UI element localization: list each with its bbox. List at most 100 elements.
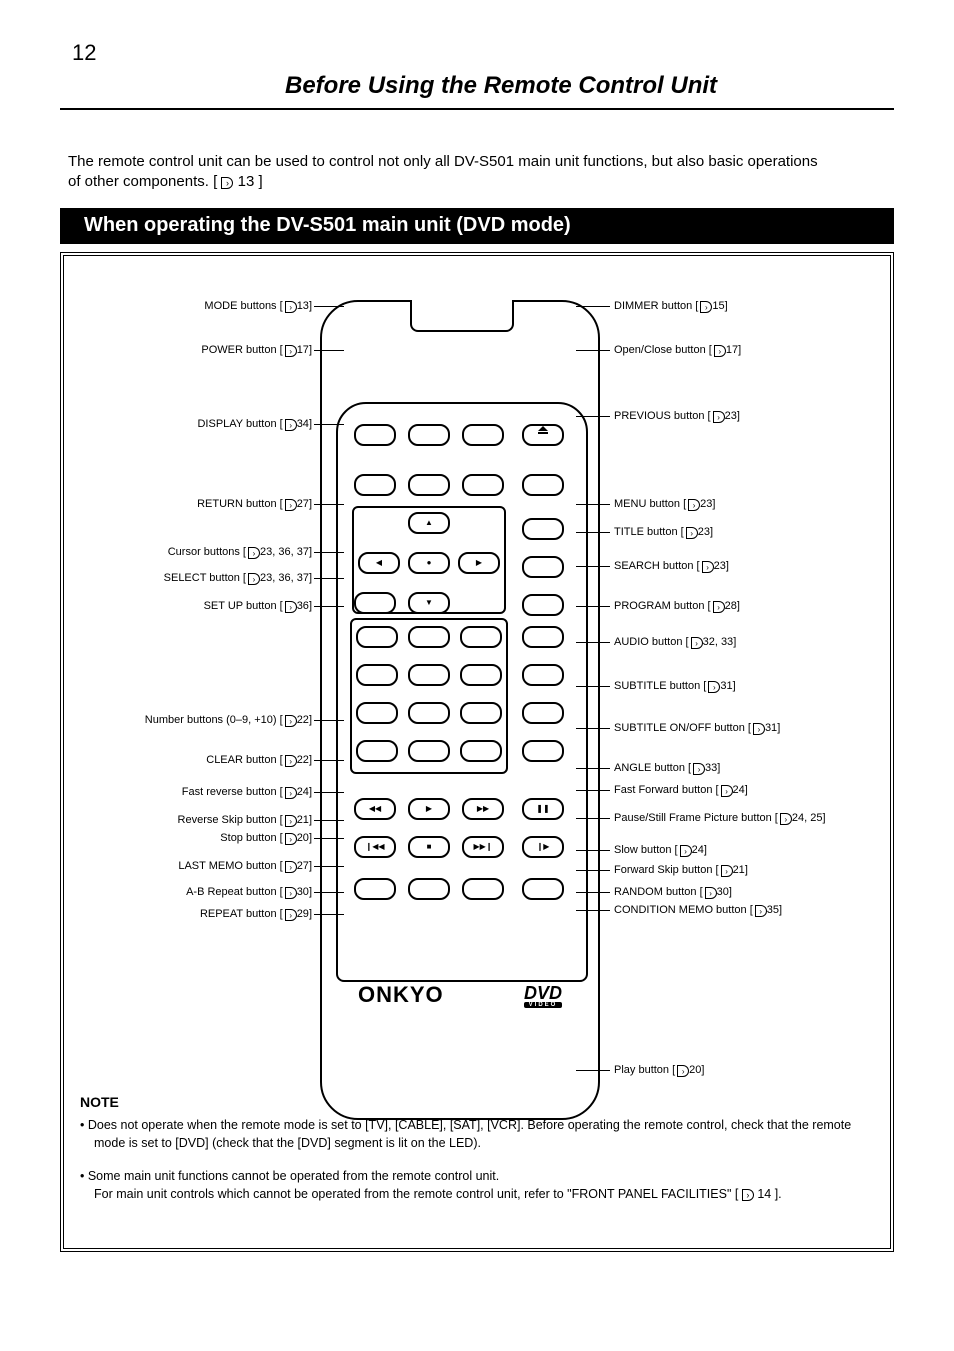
- num-5: [408, 664, 450, 686]
- repeat-btn: [462, 878, 504, 900]
- bottom-btn-4: [522, 878, 564, 900]
- intro-line1: The remote control unit can be used to c…: [68, 153, 818, 170]
- pageref-icon: ›: [285, 419, 297, 431]
- leader-srch: [576, 566, 610, 567]
- label-title: TITLE button [›23]: [614, 526, 713, 539]
- cursor-up: ▲: [408, 512, 450, 534]
- leader-ang: [576, 768, 610, 769]
- intro-line2-suffix: ]: [258, 173, 262, 190]
- clear-btn: [460, 740, 502, 762]
- label-rnd: RANDOM button [›30]: [614, 886, 732, 899]
- pageref-icon: ›: [708, 681, 720, 693]
- eject-icon: [538, 426, 548, 434]
- leader-clear: [314, 760, 344, 761]
- leader-title: [576, 532, 610, 533]
- row2-btn-2: [408, 474, 450, 496]
- label-ffwd: Fast Forward button [›24]: [614, 784, 748, 797]
- label-ff: Fast reverse button [›24]: [182, 786, 312, 799]
- pageref-icon: ›: [285, 301, 297, 313]
- pageref-icon: ›: [285, 815, 297, 827]
- pageref-icon: ›: [755, 905, 767, 917]
- leader-menu: [576, 504, 610, 505]
- menu-btn: [522, 518, 564, 540]
- pageref-icon: ›: [742, 1189, 754, 1201]
- pageref-icon: ›: [691, 637, 703, 649]
- note-bullet-2b: For main unit controls which cannot be o…: [94, 1187, 738, 1201]
- num-plus10: [356, 740, 398, 762]
- num-2: [408, 626, 450, 648]
- label-num: Number buttons (0–9, +10) [›22]: [145, 714, 312, 727]
- leader-disp: [314, 424, 344, 425]
- skip-fwd-btn: ▶▶❙: [462, 836, 504, 858]
- pageref-icon: ›: [248, 547, 260, 559]
- remote-ir-window: [410, 300, 514, 332]
- leader-prev: [576, 416, 610, 417]
- cursor-down: ▼: [408, 592, 450, 614]
- cursor-right: ▶: [458, 552, 500, 574]
- leader-ab: [314, 892, 344, 893]
- num-0: [408, 740, 450, 762]
- intro-text: The remote control unit can be used to c…: [68, 152, 888, 191]
- pageref-icon: ›: [680, 845, 692, 857]
- label-lastm: LAST MEMO button [›27]: [178, 860, 312, 873]
- mode-btn-3: [462, 424, 504, 446]
- label-pause: Pause/Still Frame Picture button [›24, 2…: [614, 812, 826, 825]
- leader-ffwd: [576, 790, 610, 791]
- cursor-select: ●: [408, 552, 450, 574]
- header-rule: [60, 108, 894, 110]
- pageref-icon: ›: [713, 601, 725, 613]
- pageref-icon: ›: [285, 345, 297, 357]
- num-6: [460, 664, 502, 686]
- row2-btn-1: [354, 474, 396, 496]
- leader-num: [314, 720, 344, 721]
- label-cursor: Cursor buttons [›23, 36, 37]: [168, 546, 312, 559]
- leader-lastm: [314, 866, 344, 867]
- label-sub2: SUBTITLE ON/OFF button [›31]: [614, 722, 780, 735]
- subtitle-onoff-btn: [522, 740, 564, 762]
- audio-btn: [522, 664, 564, 686]
- mode-btn-2: [408, 424, 450, 446]
- label-disp: DISPLAY button [›34]: [197, 418, 312, 431]
- intro-line2-prefix: of other components. [: [68, 173, 217, 190]
- pageref-icon: ›: [780, 813, 792, 825]
- leader-stop: [314, 838, 344, 839]
- fast-fwd-btn: ▶▶: [462, 798, 504, 820]
- label-ab: A-B Repeat button [›30]: [186, 886, 312, 899]
- pageref-icon: ›: [221, 177, 233, 189]
- remote-outline: ▲ ◀ ● ▶ ▼ ◀◀ ▶ ▶▶ ❚❚ ❙◀◀ ■ ▶▶❙ ❙▶ ONKYO …: [320, 300, 600, 1120]
- pageref-icon: ›: [285, 601, 297, 613]
- label-cmem: CONDITION MEMO button [›35]: [614, 904, 782, 917]
- setup-btn: [354, 592, 396, 614]
- pageref-icon: ›: [713, 411, 725, 423]
- label-repeat: REPEAT button [›29]: [200, 908, 312, 921]
- pageref-icon: ›: [702, 561, 714, 573]
- label-ang: ANGLE button [›33]: [614, 762, 720, 775]
- pause-btn: ❚❚: [522, 798, 564, 820]
- label-slow: Slow button [›24]: [614, 844, 707, 857]
- label-dim: DIMMER button [›15]: [614, 300, 728, 313]
- title-btn: [522, 556, 564, 578]
- pageref-icon: ›: [700, 301, 712, 313]
- label-setup: SET UP button [›36]: [204, 600, 312, 613]
- slow-btn: ❙▶: [522, 836, 564, 858]
- section-title-bar: When operating the DV-S501 main unit (DV…: [60, 208, 894, 244]
- leader-setup: [314, 606, 344, 607]
- num-3: [460, 626, 502, 648]
- leader-ff: [314, 792, 344, 793]
- num-8: [408, 702, 450, 724]
- leader-aud: [576, 642, 610, 643]
- pageref-icon: ›: [705, 887, 717, 899]
- note-box: NOTE • Does not operate when the remote …: [80, 1092, 868, 1203]
- label-power: POWER button [›17]: [201, 344, 312, 357]
- brand-logo: ONKYO: [358, 982, 444, 1008]
- num-1: [356, 626, 398, 648]
- note-bullet-2a: • Some main unit functions cannot be ope…: [80, 1167, 868, 1185]
- label-rev: Reverse Skip button [›21]: [178, 814, 312, 827]
- intro-pageref: 13: [238, 173, 255, 190]
- leader-cmem: [576, 910, 610, 911]
- subtitle-btn: [522, 702, 564, 724]
- page-header: Before Using the Remote Control Unit: [285, 72, 717, 100]
- pageref-icon: ›: [721, 785, 733, 797]
- num-7: [356, 702, 398, 724]
- leader-rnd: [576, 892, 610, 893]
